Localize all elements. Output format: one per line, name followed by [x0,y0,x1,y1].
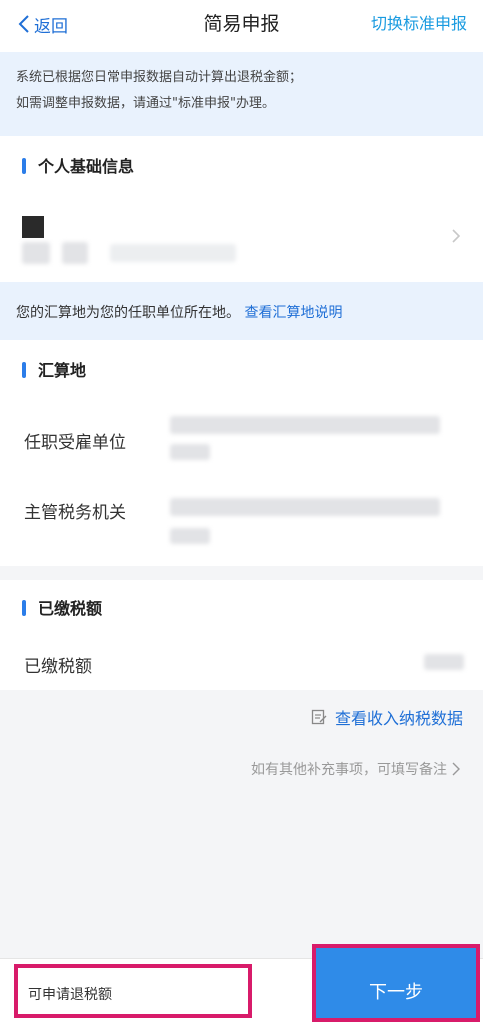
chevron-right-icon [452,229,461,243]
view-filing-location-link[interactable]: 查看汇算地说明 [244,305,342,321]
tax-paid-title: 已缴税额 [38,599,103,618]
personal-info-title: 个人基础信息 [38,157,135,176]
view-income-tax-data-link[interactable]: 查看收入纳税数据 [311,706,463,728]
section-divider [0,566,483,580]
tax-paid-section-header: 已缴税额 [0,580,483,634]
redacted-id [62,242,88,264]
redacted-tax-amount [424,654,464,670]
redacted-employer-line-1 [170,416,440,434]
filing-location-title: 汇算地 [38,361,87,380]
redacted-employer-line-2 [170,444,210,460]
filing-location-section-header: 汇算地 [0,342,483,396]
redacted-name [22,242,50,264]
employer-row: 任职受雇单位 [0,396,483,476]
refund-amount-label: 可申请退税额 [28,987,112,1003]
tax-authority-row: 主管税务机关 [0,478,483,564]
section-marker [22,158,26,174]
notice-line-1: 系统已根据您日常申报数据自动计算出退税金额； [16,70,303,85]
avatar [22,216,44,238]
next-step-label: 下一步 [369,982,423,1003]
remarks-link[interactable]: 如有其他补充事项，可填写备注 [251,758,461,780]
redacted-detail [110,244,236,262]
redacted-authority-line-1 [170,498,440,516]
tax-paid-label: 已缴税额 [24,657,92,677]
next-step-button[interactable]: 下一步 [312,944,480,1022]
edit-document-icon [311,709,327,725]
employer-label: 任职受雇单位 [24,433,126,453]
tax-paid-row: 已缴税额 [0,636,483,690]
personal-info-section-header: 个人基础信息 [0,138,483,192]
filing-location-info-text: 您的汇算地为您的任职单位所在地。 [16,305,240,321]
filing-location-info: 您的汇算地为您的任职单位所在地。 查看汇算地说明 [0,282,483,340]
navigation-bar: 返回 简易申报 切换标准申报 [0,0,483,50]
view-income-tax-data-label: 查看收入纳税数据 [334,709,463,728]
tax-authority-label: 主管税务机关 [24,503,126,523]
notice-line-2: 如需调整申报数据，请通过"标准申报"办理。 [16,96,275,111]
remarks-hint: 如有其他补充事项，可填写备注 [251,762,447,778]
section-marker [22,362,26,378]
redacted-authority-line-2 [170,528,210,544]
filing-location-info-text-wrap: 您的汇算地为您的任职单位所在地。 查看汇算地说明 [16,302,342,322]
chevron-right-icon [452,762,460,776]
section-marker [22,600,26,616]
switch-standard-filing-link[interactable]: 切换标准申报 [371,10,467,38]
personal-info-row[interactable] [0,200,483,280]
content-background [0,690,483,958]
notice-banner: 系统已根据您日常申报数据自动计算出退税金额； 如需调整申报数据，请通过"标准申报… [0,52,483,136]
refund-amount-box: 可申请退税额 [14,964,252,1018]
